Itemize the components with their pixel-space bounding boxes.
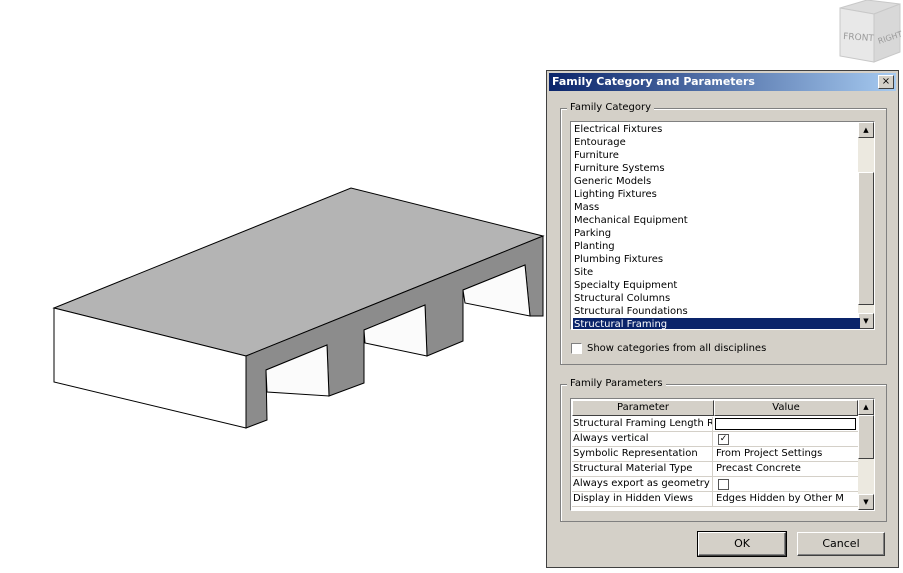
category-item[interactable]: Electrical Fixtures: [573, 123, 860, 136]
parameter-value-checkbox[interactable]: ✓: [718, 434, 729, 445]
parameter-value[interactable]: Precast Concrete: [715, 462, 857, 477]
scroll-down-button[interactable]: ▼: [858, 313, 874, 329]
category-item[interactable]: Structural Columns: [573, 292, 860, 305]
param-scroll-down-button[interactable]: ▼: [858, 494, 874, 510]
value-column-header[interactable]: Value: [714, 400, 858, 416]
parameter-value-checkbox[interactable]: [718, 479, 729, 490]
parameter-value[interactable]: Edges Hidden by Other M: [715, 492, 857, 507]
parameter-row[interactable]: Display in Hidden Views Edges Hidden by O…: [572, 492, 858, 507]
parameter-row[interactable]: Structural Material Type Precast Concrete: [572, 462, 858, 477]
category-item[interactable]: Mass: [573, 201, 860, 214]
category-item[interactable]: Furniture: [573, 149, 860, 162]
family-category-label: Family Category: [567, 102, 655, 113]
category-item[interactable]: Lighting Fixtures: [573, 188, 860, 201]
parameter-column-header[interactable]: Parameter: [572, 400, 714, 416]
category-item[interactable]: Plumbing Fixtures: [573, 253, 860, 266]
category-item[interactable]: Structural Foundations: [573, 305, 860, 318]
parameter-name: Always vertical: [573, 432, 713, 447]
category-item[interactable]: Site: [573, 266, 860, 279]
scroll-thumb[interactable]: [858, 172, 874, 305]
family-parameters-label: Family Parameters: [567, 378, 666, 389]
category-item[interactable]: Parking: [573, 227, 860, 240]
parameter-value-input[interactable]: [715, 418, 856, 430]
param-scroll-up-button[interactable]: ▲: [858, 399, 874, 415]
model-viewport[interactable]: [0, 0, 546, 573]
close-button[interactable]: ×: [878, 75, 894, 89]
parameter-row[interactable]: Always export as geometry: [572, 477, 858, 492]
param-scroll-thumb[interactable]: [858, 415, 874, 459]
category-list[interactable]: ▲ ▼ Electrical Fixtures Entourage Furnitur…: [570, 121, 875, 330]
category-item[interactable]: Mechanical Equipment: [573, 214, 860, 227]
category-item[interactable]: Furniture Systems: [573, 162, 860, 175]
category-list-scrollbar[interactable]: ▲ ▼: [858, 122, 874, 329]
parameter-name: Symbolic Representation: [573, 447, 713, 462]
parameter-grid-scrollbar[interactable]: ▲ ▼: [858, 399, 874, 510]
parameter-row[interactable]: Always vertical ✓: [572, 432, 858, 447]
parameter-name: Display in Hidden Views: [573, 492, 713, 507]
parameter-value[interactable]: From Project Settings: [715, 447, 857, 462]
parameter-name: Structural Framing Length R: [573, 417, 713, 432]
dialog-title: Family Category and Parameters: [552, 75, 755, 88]
category-item[interactable]: Entourage: [573, 136, 860, 149]
category-item[interactable]: Planting: [573, 240, 860, 253]
parameter-name: Always export as geometry: [573, 477, 713, 492]
show-all-disciplines-label: Show categories from all disciplines: [587, 343, 767, 354]
parameter-name: Structural Material Type: [573, 462, 713, 477]
scroll-up-button[interactable]: ▲: [858, 122, 874, 138]
family-category-dialog: Family Category and Parameters × Family …: [546, 70, 899, 568]
parameter-row[interactable]: Symbolic Representation From Project Sett…: [572, 447, 858, 462]
category-item[interactable]: Structural Framing: [573, 318, 860, 329]
category-item[interactable]: Generic Models: [573, 175, 860, 188]
parameter-grid[interactable]: Parameter Value ▲ ▼ Structural Framing L…: [570, 398, 875, 511]
viewcube[interactable]: FRONT RIGHT: [832, 0, 903, 68]
cancel-button[interactable]: Cancel: [797, 532, 885, 556]
parameter-row[interactable]: Structural Framing Length R: [572, 417, 858, 432]
show-all-disciplines-checkbox[interactable]: [571, 343, 582, 354]
ok-button[interactable]: OK: [697, 531, 787, 557]
dialog-titlebar[interactable]: Family Category and Parameters ×: [549, 73, 896, 91]
category-item[interactable]: Specialty Equipment: [573, 279, 860, 292]
